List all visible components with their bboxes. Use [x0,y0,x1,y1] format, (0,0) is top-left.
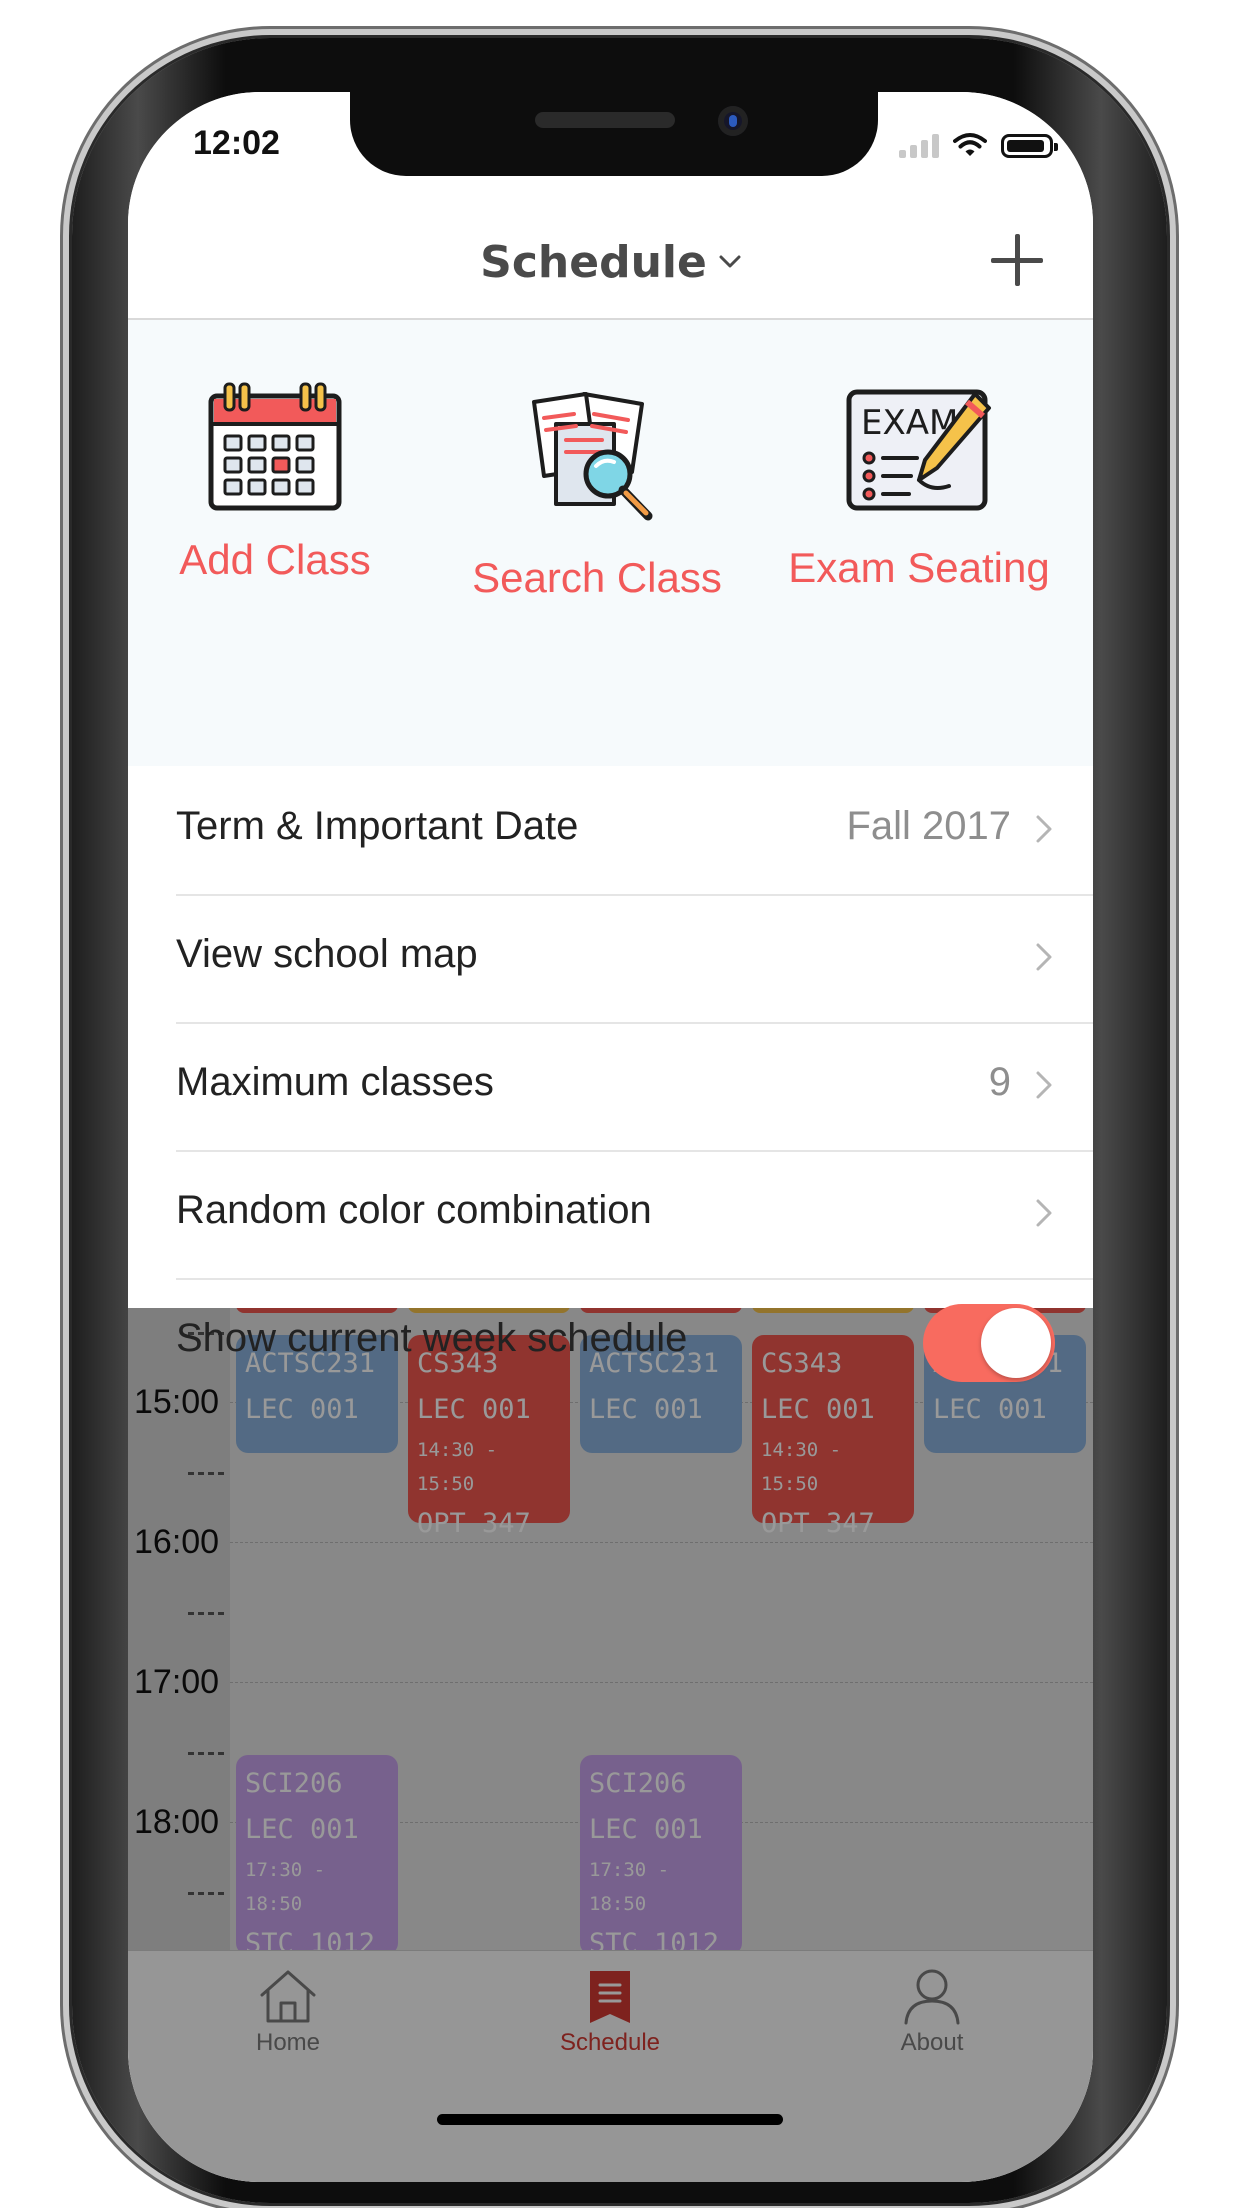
page-title: Schedule [480,237,707,288]
row-label: View school map [176,932,478,976]
search-class-label: Search Class [472,554,722,601]
chevron-right-icon [1036,815,1052,843]
schedule-title-dropdown[interactable]: Schedule [128,237,1093,288]
wifi-icon [953,133,987,156]
chevron-right-icon [1036,1071,1052,1099]
add-class-button[interactable]: Add Class [128,380,430,584]
maximum-classes-row[interactable]: Maximum classes 9 [176,1022,1093,1152]
show-current-week-row: Show current week schedule [176,1278,1093,1406]
row-label: Maximum classes [176,1060,494,1104]
chevron-right-icon [1036,943,1052,971]
status-time: 12:02 [193,124,280,162]
front-camera [718,106,748,136]
calendar-icon [208,382,342,511]
row-label: Show current week schedule [176,1316,688,1360]
document-search-icon [532,392,653,521]
battery-icon [1001,134,1058,158]
add-button[interactable] [991,234,1043,286]
random-color-combination-row[interactable]: Random color combination [176,1150,1093,1280]
max-classes-value: 9 [988,1060,1011,1104]
exam-seating-label: Exam Seating [788,544,1050,591]
toggle-knob [981,1308,1051,1378]
schedule-dropdown-panel: Schedule Add Class Search Class EXAM Exa… [128,92,1093,1382]
add-class-label: Add Class [179,536,371,583]
phone-screen: 12:02 15:00 16:00 17:00 18:00 ACTSC231 L… [128,92,1093,2182]
chevron-down-icon [719,255,741,268]
term-value: Fall 2017 [846,804,1011,848]
chevron-right-icon [1036,1199,1052,1227]
exam-icon: EXAM [846,389,991,511]
row-label: Random color combination [176,1188,652,1232]
speaker-grille [535,112,675,128]
quick-actions: Add Class Search Class EXAM Exam Seating [128,320,1093,766]
exam-seating-button[interactable]: EXAM Exam Seating [764,380,1074,592]
row-label: Term & Important Date [176,804,579,848]
term-important-date-row[interactable]: Term & Important Date Fall 2017 [176,766,1093,896]
home-indicator [437,2114,783,2125]
notch [350,92,878,176]
dim-overlay[interactable] [128,1307,1093,2182]
status-icons [899,132,1058,158]
cellular-signal-icon [899,134,939,158]
current-week-toggle[interactable] [923,1304,1055,1382]
view-school-map-row[interactable]: View school map [176,894,1093,1024]
search-class-button[interactable]: Search Class [442,380,752,602]
